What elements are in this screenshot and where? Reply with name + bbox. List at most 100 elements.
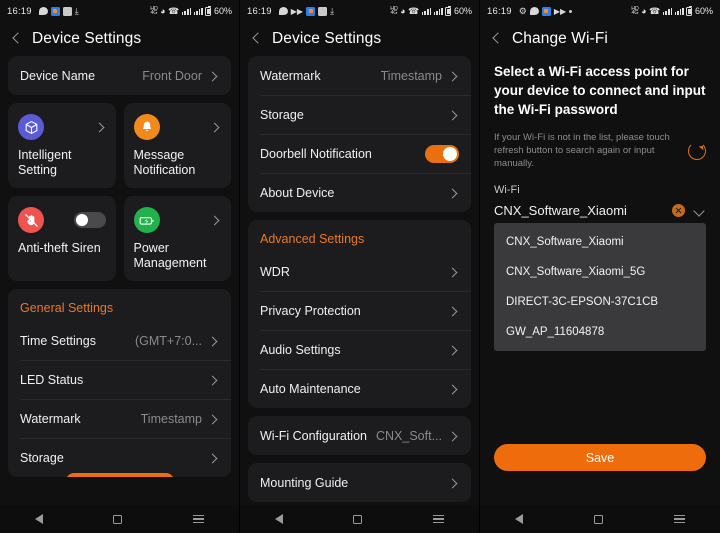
dropdown-option[interactable]: GW_AP_11604878 <box>494 317 706 347</box>
wifi-selected-value: CNX_Software_Xiaomi <box>494 203 627 218</box>
signal-icon-1 <box>181 7 192 15</box>
tiles-row-2: Anti-theft Siren Power Management <box>8 196 231 281</box>
row-label: Mounting Guide <box>260 475 349 490</box>
app-bar-2: Device Settings <box>240 22 479 56</box>
signal-icon-2 <box>674 7 684 15</box>
row-privacy-protection[interactable]: Privacy Protection <box>248 291 471 330</box>
chevron-right-icon <box>447 266 459 278</box>
nav-back-icon[interactable] <box>515 514 524 524</box>
dropdown-option[interactable]: DIRECT-3C-EPSON-37C1CB <box>494 287 706 317</box>
tile-header <box>133 112 222 142</box>
chevron-down-icon[interactable] <box>692 204 706 218</box>
row-label: Audio Settings <box>260 342 341 357</box>
camera-icon <box>306 6 316 16</box>
nav-home-icon[interactable] <box>353 514 363 524</box>
tile-message-notification[interactable]: Message Notification <box>123 103 231 188</box>
save-button[interactable]: Save <box>494 444 706 471</box>
signal-icon-1 <box>662 7 673 15</box>
row-label: WDR <box>260 264 290 279</box>
toggle-anti-theft-siren[interactable] <box>73 212 106 228</box>
row-wifi-configuration[interactable]: Wi-Fi Configuration CNX_Soft... <box>248 416 471 455</box>
clear-icon[interactable] <box>672 204 685 217</box>
dropdown-option[interactable]: CNX_Software_Xiaomi <box>494 227 706 257</box>
row-mounting-guide[interactable]: Mounting Guide <box>248 463 471 502</box>
status-bar: 16:19 ⤓ HD 4G ◕ ☎ 60% <box>0 0 239 22</box>
row-storage[interactable]: Storage <box>248 95 471 134</box>
section-title-general-settings: General Settings <box>20 301 114 315</box>
tile-header <box>18 112 106 142</box>
section-title-advanced-settings: Advanced Settings <box>260 232 365 246</box>
download-icon: ⤓ <box>330 5 335 16</box>
back-button[interactable] <box>250 28 266 50</box>
row-label: LED Status <box>20 372 84 387</box>
page-title: Device Settings <box>32 30 142 47</box>
row-storage[interactable]: Storage <box>8 438 231 477</box>
tile-label: Anti-theft Siren <box>18 241 101 255</box>
status-left-icons: ▶▶ ⤓ <box>278 5 335 16</box>
nav-back-icon[interactable] <box>35 514 44 524</box>
tile-label: Intelligent Setting <box>18 148 72 177</box>
dropdown-option[interactable]: CNX_Software_Xiaomi_5G <box>494 257 706 287</box>
wifi-configuration-card: Wi-Fi Configuration CNX_Soft... <box>248 416 471 455</box>
status-time: 16:19 <box>487 5 512 17</box>
tile-intelligent-setting[interactable]: Intelligent Setting <box>8 103 116 188</box>
device-name-card: Device Name Front Door <box>8 56 231 95</box>
nav-recents-icon[interactable] <box>673 515 685 523</box>
row-auto-maintenance[interactable]: Auto Maintenance <box>248 369 471 408</box>
row-label: Auto Maintenance <box>260 381 361 396</box>
nav-home-icon[interactable] <box>113 514 123 524</box>
panel3-content: Select a Wi-Fi access point for your dev… <box>480 56 720 505</box>
battery-icon <box>686 5 693 16</box>
toggle-doorbell-notification[interactable] <box>425 144 459 163</box>
advanced-settings-card: Advanced Settings WDR Privacy Protection… <box>248 220 471 408</box>
row-doorbell-notification[interactable]: Doorbell Notification <box>248 134 471 173</box>
row-time-settings[interactable]: Time Settings (GMT+7:0... <box>8 321 231 360</box>
battery-percent: 60% <box>213 6 232 16</box>
row-device-name[interactable]: Device Name Front Door <box>8 56 231 95</box>
hd-icon: HD 4G <box>390 5 398 16</box>
back-button[interactable] <box>10 28 26 50</box>
row-value: Timestamp <box>140 411 202 426</box>
back-button[interactable] <box>490 28 506 50</box>
chevron-right-icon <box>447 430 459 442</box>
dot-icon <box>569 9 573 13</box>
bluetooth-icon: ⚙ <box>518 5 527 16</box>
general-settings-card: General Settings Time Settings (GMT+7:0.… <box>8 289 231 477</box>
chevron-right-icon <box>94 121 106 133</box>
call-icon: ☎ <box>408 5 420 16</box>
three-phone-screenshots: 16:19 ⤓ HD 4G ◕ ☎ 60% Device Settings De… <box>0 0 720 533</box>
hd-icon: HD 4G <box>631 5 639 16</box>
wifi-options-dropdown: CNX_Software_Xiaomi CNX_Software_Xiaomi_… <box>494 223 706 351</box>
chevron-right-icon <box>207 374 219 386</box>
status-left-icons: ⤓ <box>38 5 79 16</box>
phone-screen-device-settings-1: 16:19 ⤓ HD 4G ◕ ☎ 60% Device Settings De… <box>0 0 240 533</box>
tile-power-management[interactable]: Power Management <box>123 196 231 281</box>
row-led-status[interactable]: LED Status <box>8 360 231 399</box>
row-audio-settings[interactable]: Audio Settings <box>248 330 471 369</box>
system-nav-bar <box>240 505 479 533</box>
row-watermark[interactable]: Watermark Timestamp <box>8 399 231 438</box>
partial-primary-button[interactable] <box>65 473 174 477</box>
chevron-right-icon <box>207 452 219 464</box>
battery-percent: 60% <box>453 6 472 16</box>
refresh-icon[interactable] <box>688 141 706 160</box>
nav-home-icon[interactable] <box>593 514 603 524</box>
status-left-icons: ⚙ ▶▶ <box>518 5 573 16</box>
chat-icon <box>278 7 288 15</box>
row-about-device[interactable]: About Device <box>248 173 471 212</box>
nav-recents-icon[interactable] <box>192 515 204 523</box>
row-wdr[interactable]: WDR <box>248 252 471 291</box>
chevron-right-icon <box>447 383 459 395</box>
row-value: Front Door <box>142 68 202 83</box>
camera-icon <box>541 6 551 16</box>
wifi-select-field[interactable]: CNX_Software_Xiaomi <box>494 203 706 218</box>
system-nav-bar <box>480 505 720 533</box>
tile-anti-theft-siren[interactable]: Anti-theft Siren <box>8 196 116 281</box>
hand-stop-icon <box>18 207 44 233</box>
nav-back-icon[interactable] <box>275 514 284 524</box>
row-watermark[interactable]: Watermark Timestamp <box>248 56 471 95</box>
nav-recents-icon[interactable] <box>432 515 444 523</box>
status-time: 16:19 <box>247 5 272 17</box>
download-icon: ⤓ <box>74 5 79 16</box>
status-right-icons: HD 4G ◕ ☎ 60% <box>631 5 713 16</box>
